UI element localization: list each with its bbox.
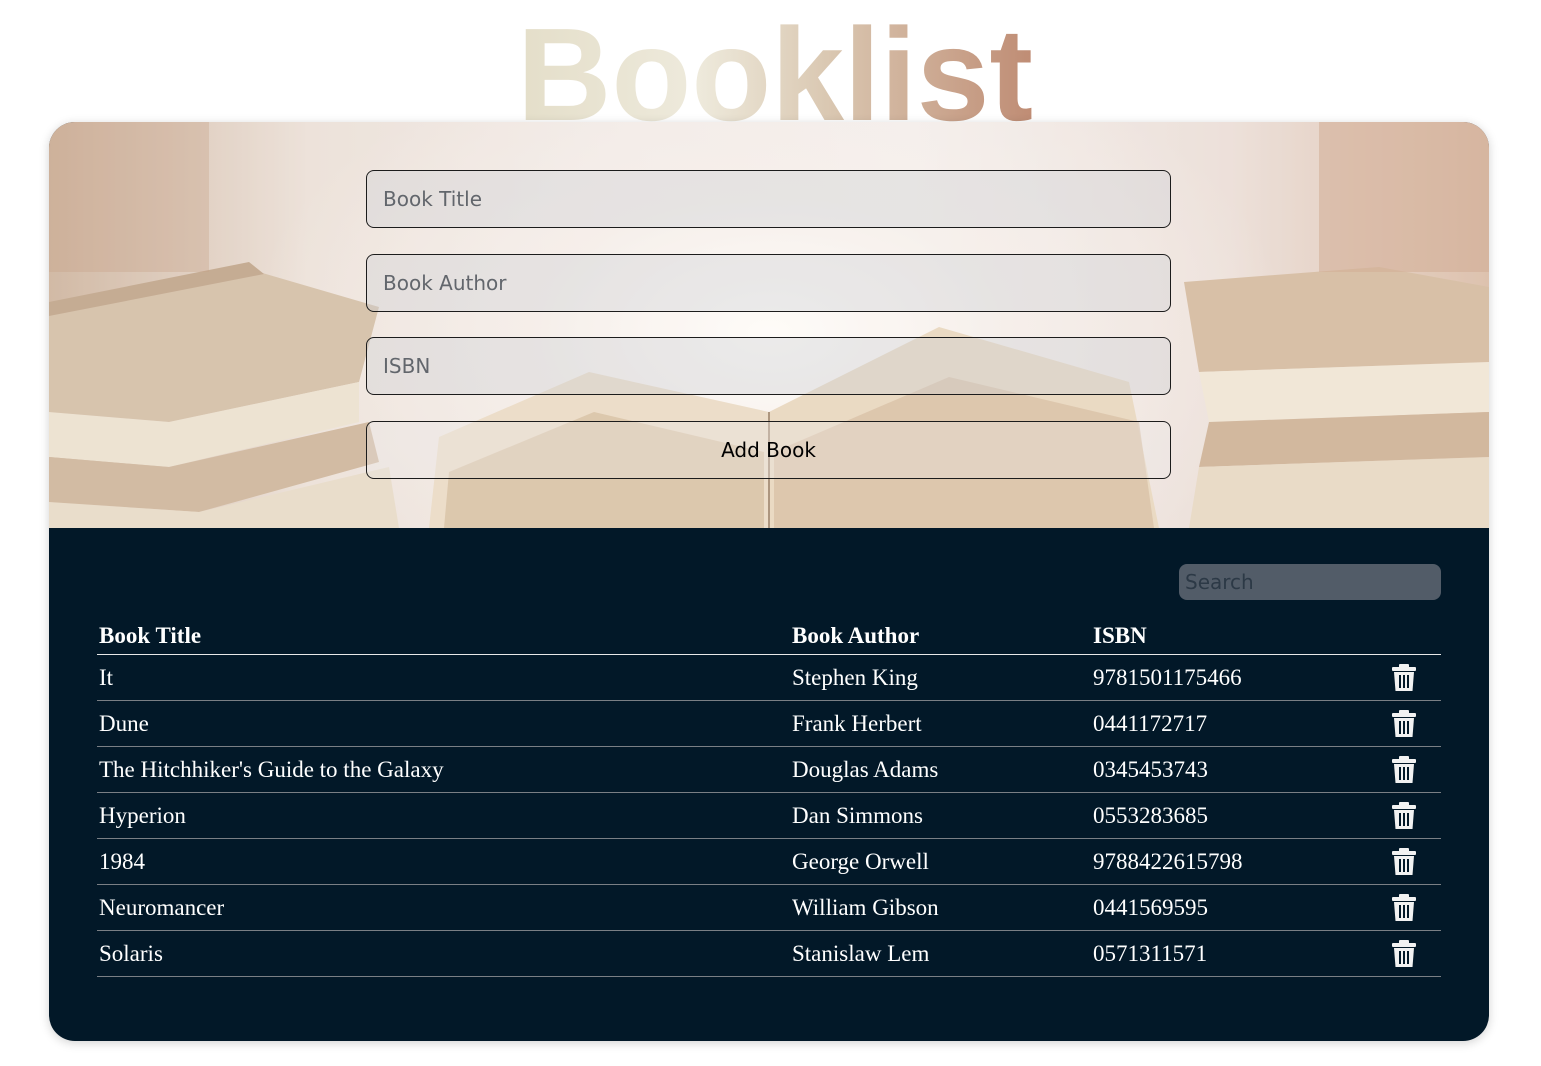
trash-icon[interactable] [1391, 709, 1417, 738]
table-row: 1984 George Orwell 9788422615798 [97, 838, 1441, 885]
row-title: 1984 [97, 838, 790, 885]
row-title: It [97, 654, 790, 701]
trash-icon[interactable] [1391, 755, 1417, 784]
table-row: It Stephen King 9781501175466 [97, 654, 1441, 701]
table-row: Dune Frank Herbert 0441172717 [97, 700, 1441, 747]
row-title: Solaris [97, 930, 790, 977]
row-author: Frank Herbert [790, 700, 1091, 747]
row-author: Dan Simmons [790, 792, 1091, 839]
row-title: Hyperion [97, 792, 790, 839]
row-author: George Orwell [790, 838, 1091, 885]
table-header-row: Book Title Book Author ISBN [97, 618, 1441, 655]
row-author: Stanislaw Lem [790, 930, 1091, 977]
column-header-title: Book Title [97, 618, 790, 655]
trash-icon[interactable] [1391, 893, 1417, 922]
row-author: Douglas Adams [790, 746, 1091, 793]
table-row: Neuromancer William Gibson 0441569595 [97, 884, 1441, 931]
column-header-isbn: ISBN [1091, 618, 1371, 655]
row-title: The Hitchhiker's Guide to the Galaxy [97, 746, 790, 793]
row-isbn: 0345453743 [1091, 746, 1371, 793]
trash-icon[interactable] [1391, 847, 1417, 876]
search-input[interactable] [1179, 564, 1441, 600]
form-hero: Add Book [49, 122, 1489, 528]
app-logo: Booklist [515, 8, 1035, 122]
logo-text: Booklist [517, 8, 1033, 122]
trash-icon[interactable] [1391, 663, 1417, 692]
book-table: Book Title Book Author ISBN It Stephen K… [97, 618, 1441, 977]
row-isbn: 9781501175466 [1091, 654, 1371, 701]
table-row: The Hitchhiker's Guide to the Galaxy Dou… [97, 746, 1441, 793]
table-row: Solaris Stanislaw Lem 0571311571 [97, 930, 1441, 977]
column-header-actions [1371, 618, 1441, 655]
row-isbn: 9788422615798 [1091, 838, 1371, 885]
trash-icon[interactable] [1391, 939, 1417, 968]
trash-icon[interactable] [1391, 801, 1417, 830]
row-title: Dune [97, 700, 790, 747]
table-row: Hyperion Dan Simmons 0553283685 [97, 792, 1441, 839]
row-isbn: 0441569595 [1091, 884, 1371, 931]
isbn-input[interactable] [366, 337, 1171, 395]
row-isbn: 0553283685 [1091, 792, 1371, 839]
row-isbn: 0571311571 [1091, 930, 1371, 977]
booklist-card: Add Book Book Title Book Author ISBN It … [49, 122, 1489, 1041]
column-header-author: Book Author [790, 618, 1091, 655]
book-title-input[interactable] [366, 170, 1171, 228]
book-author-input[interactable] [366, 254, 1171, 312]
add-book-button[interactable]: Add Book [366, 421, 1171, 479]
row-title: Neuromancer [97, 884, 790, 931]
row-isbn: 0441172717 [1091, 700, 1371, 747]
row-author: Stephen King [790, 654, 1091, 701]
row-author: William Gibson [790, 884, 1091, 931]
